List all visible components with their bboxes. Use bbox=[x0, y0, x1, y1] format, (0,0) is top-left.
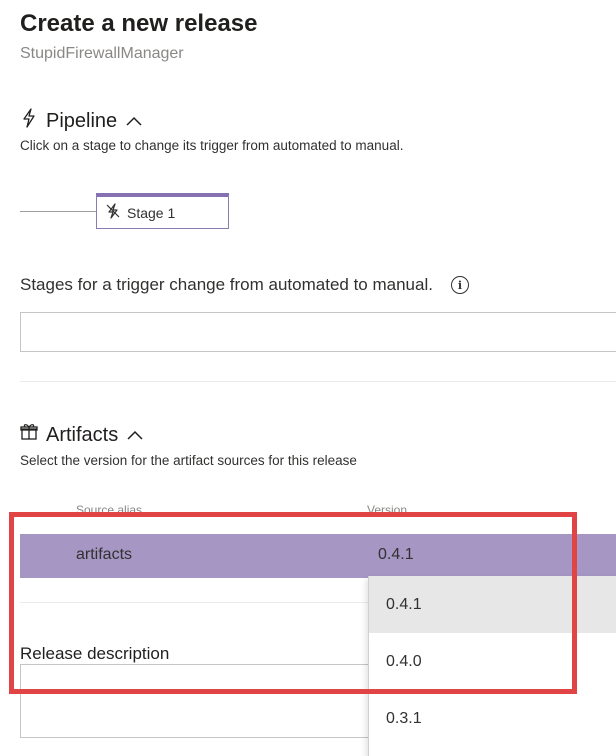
section-divider bbox=[20, 381, 616, 382]
highlight-annotation-box bbox=[9, 512, 577, 694]
gift-icon bbox=[20, 423, 38, 447]
version-option[interactable]: 0.3.1 bbox=[369, 690, 616, 747]
page-title: Create a new release bbox=[20, 10, 258, 37]
artifacts-section-header[interactable]: Artifacts bbox=[20, 423, 144, 447]
pipeline-name: StupidFirewallManager bbox=[20, 45, 184, 62]
pipeline-heading: Pipeline bbox=[46, 109, 118, 132]
stages-trigger-input[interactable] bbox=[20, 312, 616, 352]
chevron-up-icon[interactable] bbox=[126, 424, 144, 447]
stages-trigger-text: Stages for a trigger change from automat… bbox=[20, 275, 433, 294]
info-icon[interactable]: i bbox=[450, 276, 469, 294]
artifacts-description: Select the version for the artifact sour… bbox=[20, 453, 357, 468]
stage-card[interactable]: Stage 1 bbox=[96, 193, 229, 229]
artifacts-heading: Artifacts bbox=[46, 423, 119, 446]
pipeline-section-header[interactable]: Pipeline bbox=[20, 108, 143, 134]
pipeline-description: Click on a stage to change its trigger f… bbox=[20, 138, 404, 153]
stage-label: Stage 1 bbox=[127, 204, 176, 221]
lightning-off-icon bbox=[105, 203, 121, 222]
stages-trigger-label: Stages for a trigger change from automat… bbox=[20, 275, 469, 295]
chevron-up-icon[interactable] bbox=[125, 110, 143, 133]
pipeline-connector bbox=[20, 211, 96, 212]
lightning-icon bbox=[20, 108, 38, 134]
